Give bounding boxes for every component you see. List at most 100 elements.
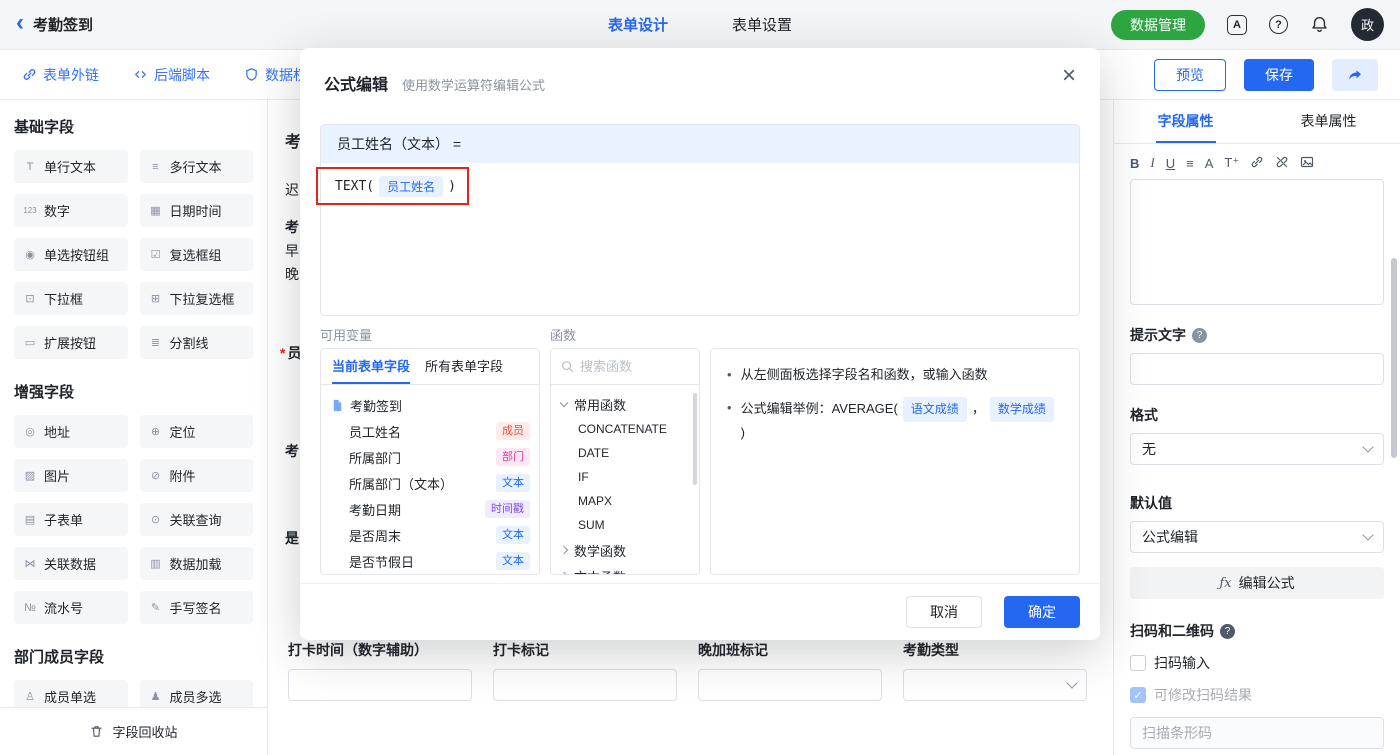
preview-button[interactable]: 预览 (1154, 58, 1226, 91)
palette-item-location[interactable]: ⊕ 定位 (139, 415, 253, 448)
bold-icon[interactable]: B (1130, 156, 1139, 171)
data-manage-button[interactable]: 数据管理 (1111, 9, 1205, 40)
hint-text-input[interactable] (1130, 353, 1384, 385)
insert-image-icon[interactable] (1300, 155, 1314, 172)
function-group-label: 文本函数 (574, 567, 626, 575)
font-color-icon[interactable]: A (1205, 156, 1214, 171)
italic-icon[interactable]: I (1150, 155, 1154, 171)
scan-input-checkbox-row[interactable]: 扫码输入 (1130, 653, 1384, 673)
palette-item-multi-select[interactable]: ⊞ 下拉复选框 (139, 282, 253, 315)
default-value-select[interactable]: 公式编辑 (1130, 521, 1384, 553)
attendance-type-select[interactable] (903, 669, 1087, 701)
tab-field-properties[interactable]: 字段属性 (1114, 100, 1257, 143)
function-item-sum[interactable]: SUM (551, 513, 699, 537)
scan-mode-select[interactable]: 扫描条形码 (1130, 717, 1384, 749)
tab-current-form-fields[interactable]: 当前表单字段 (332, 349, 411, 384)
underline-icon[interactable]: U (1166, 156, 1175, 171)
palette-item-extend-button[interactable]: ▭ 扩展按钮 (14, 326, 128, 359)
serial-icon: № (24, 601, 36, 614)
editable-scan-result-checkbox-row[interactable]: ✓ 可修改扫码结果 (1130, 685, 1384, 705)
tab-form-properties[interactable]: 表单属性 (1257, 100, 1400, 143)
backend-script-button[interactable]: 后端脚本 (133, 65, 210, 85)
palette-item-checkbox-group[interactable]: ☑ 复选框组 (139, 238, 253, 271)
palette-item-select[interactable]: ⊡ 下拉框 (14, 282, 128, 315)
variable-row-department-text[interactable]: 所属部门（文本） 文本 (321, 470, 539, 496)
edit-formula-button[interactable]: ƒx 编辑公式 (1130, 567, 1384, 599)
variable-name: 是否周末 (349, 528, 402, 544)
variable-row-is-holiday[interactable]: 是否节假日 文本 (321, 548, 539, 574)
tree-root-form[interactable]: 考勤签到 (321, 392, 539, 418)
overtime-mark-input[interactable] (698, 669, 882, 701)
canvas-field-punch-time: 打卡时间（数字辅助） (288, 640, 472, 701)
divider-icon: ≣ (150, 337, 161, 349)
punch-time-input[interactable] (288, 669, 472, 701)
palette-item-serial-number[interactable]: № 流水号 (14, 591, 128, 624)
function-item-if[interactable]: IF (551, 465, 699, 489)
palette-item-subform[interactable]: ▤ 子表单 (14, 503, 128, 536)
data-permission-button[interactable]: 数据权 (244, 65, 307, 85)
palette-item-attachment[interactable]: ⊘ 附件 (139, 459, 253, 492)
palette-item-datetime[interactable]: ▦ 日期时间 (139, 194, 253, 227)
function-search[interactable] (551, 349, 699, 385)
formula-field-chip[interactable]: 员工姓名 (379, 176, 444, 197)
tab-form-design[interactable]: 表单设计 (608, 14, 668, 35)
palette-item-label: 流水号 (44, 601, 84, 616)
variable-row-is-weekend[interactable]: 是否周末 文本 (321, 522, 539, 548)
avatar[interactable]: 政 (1351, 8, 1384, 41)
back-button[interactable]: ‹ 考勤签到 (16, 11, 93, 35)
share-button[interactable] (1332, 58, 1378, 91)
field-title-richtext-area[interactable] (1130, 179, 1384, 305)
canvas-field-attendance-type: 考勤类型 (903, 640, 1087, 701)
palette-item-single-text[interactable]: T 单行文本 (14, 150, 128, 183)
form-external-link-button[interactable]: 表单外链 (22, 65, 99, 85)
tab-form-settings[interactable]: 表单设置 (732, 14, 792, 35)
variable-row-attendance-date[interactable]: 考勤日期 时间戳 (321, 496, 539, 522)
function-group-common[interactable]: 常用函数 (551, 391, 699, 417)
palette-item-multi-text[interactable]: ≡ 多行文本 (139, 150, 253, 183)
insert-link-icon[interactable] (1250, 155, 1264, 172)
functions-scrollbar-thumb[interactable] (693, 393, 697, 485)
palette-item-lookup[interactable]: ⊙ 关联查询 (139, 503, 253, 536)
function-group-text[interactable]: 文本函数 (551, 563, 699, 575)
cancel-button[interactable]: 取消 (906, 596, 982, 628)
function-item-date[interactable]: DATE (551, 441, 699, 465)
palette-item-number[interactable]: 123 数字 (14, 194, 128, 227)
function-group-math[interactable]: 数学函数 (551, 537, 699, 563)
checkbox-checked-icon[interactable]: ✓ (1130, 687, 1146, 703)
question-icon[interactable]: ? (1220, 623, 1235, 639)
functions-tree: 常用函数 CONCATENATE DATE IF MAPX SUM 数学函数 文… (551, 385, 699, 575)
palette-item-radio-group[interactable]: ◉ 单选按钮组 (14, 238, 128, 271)
palette-item-divider[interactable]: ≣ 分割线 (139, 326, 253, 359)
window-scrollbar-thumb[interactable] (1391, 258, 1397, 458)
function-search-input[interactable] (580, 359, 680, 374)
palette-item-data-load[interactable]: ▥ 数据加载 (139, 547, 253, 580)
palette-item-signature[interactable]: ✎ 手写签名 (139, 591, 253, 624)
bell-icon[interactable] (1310, 15, 1329, 34)
align-icon[interactable]: ≡ (1186, 156, 1194, 171)
modal-footer: 取消 确定 (300, 583, 1100, 640)
formula-input-area[interactable]: TEXT( 员工姓名 ) (321, 163, 1079, 210)
function-item-concatenate[interactable]: CONCATENATE (551, 417, 699, 441)
variable-row-department[interactable]: 所属部门 部门 (321, 444, 539, 470)
palette-item-linked-data[interactable]: ⋈ 关联数据 (14, 547, 128, 580)
variable-row-employee-name[interactable]: 员工姓名 成员 (321, 418, 539, 444)
palette-item-image[interactable]: ▨ 图片 (14, 459, 128, 492)
remove-link-icon[interactable] (1275, 155, 1289, 172)
confirm-button[interactable]: 确定 (1004, 596, 1080, 628)
checkbox-unchecked-icon[interactable] (1130, 655, 1146, 671)
function-item-mapx[interactable]: MAPX (551, 489, 699, 513)
translate-icon[interactable]: A (1227, 14, 1247, 35)
tab-all-form-fields[interactable]: 所有表单字段 (425, 349, 503, 384)
save-button[interactable]: 保存 (1244, 58, 1314, 91)
link-icon (23, 69, 36, 80)
help-icon[interactable]: ? (1269, 15, 1288, 34)
field-recycle-bin[interactable]: 字段回收站 (0, 707, 267, 755)
help-tip-2: • 公式编辑举例：AVERAGE(语文成绩 ， 数学成绩) (727, 397, 1063, 443)
punch-mark-input[interactable] (493, 669, 677, 701)
font-size-icon[interactable]: T⁺ (1224, 155, 1239, 171)
question-icon[interactable]: ? (1192, 327, 1207, 343)
close-icon[interactable]: × (1062, 64, 1076, 88)
format-select[interactable]: 无 (1130, 433, 1384, 465)
palette-item-address[interactable]: ◎ 地址 (14, 415, 128, 448)
variable-name: 所属部门 (349, 450, 402, 466)
